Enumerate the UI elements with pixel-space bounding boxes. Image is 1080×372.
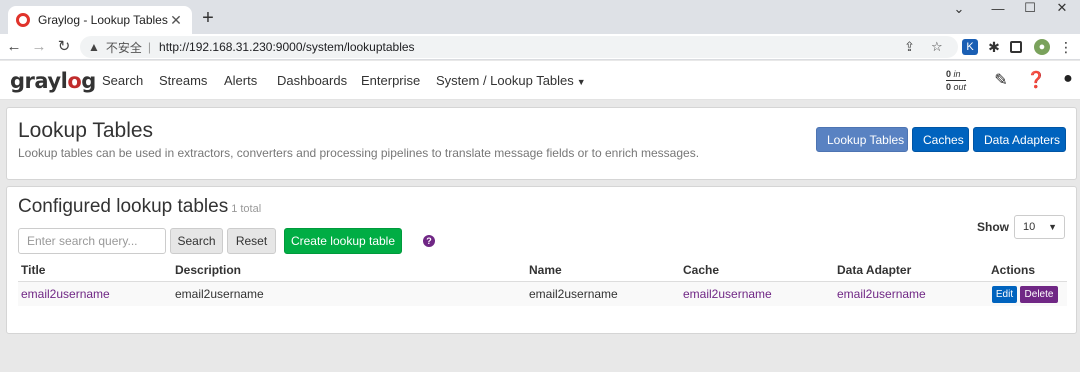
- row-data-adapter-link[interactable]: email2username: [837, 287, 926, 301]
- page-size-select[interactable]: 10 ▼: [1014, 215, 1065, 239]
- graylog-logo[interactable]: graylog: [10, 69, 96, 93]
- back-icon[interactable]: ←: [5, 38, 23, 56]
- page-header-panel: Lookup Tables Lookup tables can be used …: [6, 107, 1077, 180]
- profile-avatar-icon[interactable]: ●: [1034, 39, 1050, 55]
- graylog-favicon-icon: [16, 13, 30, 27]
- page-size-value: 10: [1023, 221, 1036, 233]
- section-title: Configured lookup tables 1 total: [18, 196, 261, 218]
- url-separator: |: [147, 40, 152, 54]
- scratchpad-edit-icon[interactable]: ✎: [991, 70, 1011, 90]
- chevron-down-icon: ▼: [1048, 222, 1057, 232]
- total-count: 1 total: [231, 203, 262, 215]
- column-header-name: Name: [529, 263, 562, 277]
- nav-search[interactable]: Search: [102, 73, 143, 88]
- nav-streams[interactable]: Streams: [159, 73, 207, 88]
- lookup-tables-button[interactable]: Lookup Tables: [816, 127, 908, 152]
- column-header-data-adapter: Data Adapter: [837, 263, 912, 277]
- delete-button[interactable]: Delete: [1020, 286, 1058, 303]
- help-circle-icon[interactable]: ❓: [1026, 70, 1046, 90]
- forward-icon[interactable]: →: [30, 38, 48, 56]
- browser-tab[interactable]: Graylog - Lookup Tables ✕: [8, 6, 192, 34]
- row-description: email2username: [175, 287, 264, 301]
- extension-icon[interactable]: K: [962, 39, 978, 55]
- url-text[interactable]: http://192.168.31.230:9000/system/lookup…: [159, 40, 415, 54]
- share-icon[interactable]: ⇪: [904, 39, 915, 55]
- user-icon[interactable]: ●: [1058, 70, 1078, 88]
- nav-dashboards[interactable]: Dashboards: [277, 73, 347, 88]
- bookmark-star-icon[interactable]: ☆: [931, 39, 943, 55]
- caret-down-icon: ▼: [576, 77, 586, 87]
- column-header-cache: Cache: [683, 263, 720, 277]
- section-title-text: Configured lookup tables: [18, 196, 229, 217]
- row-title-link[interactable]: email2username: [21, 287, 110, 301]
- browser-tab-strip: Graylog - Lookup Tables ✕ + ⌄ — ☐ ✕: [0, 0, 1080, 34]
- column-header-title: Title: [21, 263, 46, 277]
- tab-title: Graylog - Lookup Tables: [38, 13, 168, 27]
- address-bar[interactable]: ▲ 不安全 | http://192.168.31.230:9000/syste…: [80, 36, 958, 58]
- maximize-icon[interactable]: ☐: [1020, 1, 1040, 15]
- row-name: email2username: [529, 287, 618, 301]
- caches-button[interactable]: Caches: [912, 127, 969, 152]
- reload-icon[interactable]: ↻: [55, 38, 73, 56]
- nav-alerts[interactable]: Alerts: [224, 73, 257, 88]
- minimize-icon[interactable]: —: [988, 2, 1008, 16]
- insecure-label: 不安全: [105, 40, 142, 55]
- tab-search-icon[interactable]: ⌄: [949, 2, 969, 16]
- page-description: Lookup tables can be used in extractors,…: [18, 146, 700, 160]
- nav-system-menu[interactable]: System / Lookup Tables ▼: [436, 73, 586, 88]
- search-input[interactable]: Enter search query...: [18, 228, 166, 254]
- search-button[interactable]: Search: [170, 228, 223, 254]
- nav-enterprise[interactable]: Enterprise: [361, 73, 420, 88]
- configured-lookup-tables-panel: Configured lookup tables 1 total Enter se…: [6, 186, 1077, 334]
- reset-button[interactable]: Reset: [227, 228, 276, 254]
- warning-icon[interactable]: ▲: [88, 40, 100, 54]
- throughput-indicator: 0 in 0 out: [946, 69, 967, 92]
- create-lookup-table-button[interactable]: Create lookup table: [284, 228, 402, 254]
- data-adapters-button[interactable]: Data Adapters: [973, 127, 1066, 152]
- extensions-puzzle-icon[interactable]: ✱: [986, 39, 1002, 55]
- row-cache-link[interactable]: email2username: [683, 287, 772, 301]
- tab-close-icon[interactable]: ✕: [168, 12, 184, 29]
- browser-menu-icon[interactable]: ⋮: [1058, 39, 1074, 55]
- nav-system-label: System / Lookup Tables: [436, 73, 574, 88]
- edit-button[interactable]: Edit: [992, 286, 1017, 303]
- browser-toolbar: ← → ↻ ▲ 不安全 | http://192.168.31.230:9000…: [0, 34, 1080, 60]
- column-header-actions: Actions: [991, 263, 1036, 277]
- side-panel-icon[interactable]: [1010, 41, 1022, 53]
- graylog-navbar: graylog Search Streams Alerts Dashboards…: [0, 61, 1080, 100]
- new-tab-icon[interactable]: +: [198, 7, 218, 29]
- question-circle-icon[interactable]: ?: [423, 235, 435, 247]
- show-label: Show: [977, 220, 1009, 234]
- page-title: Lookup Tables: [18, 119, 154, 142]
- window-close-icon[interactable]: ✕: [1052, 1, 1072, 15]
- column-header-description: Description: [175, 263, 242, 277]
